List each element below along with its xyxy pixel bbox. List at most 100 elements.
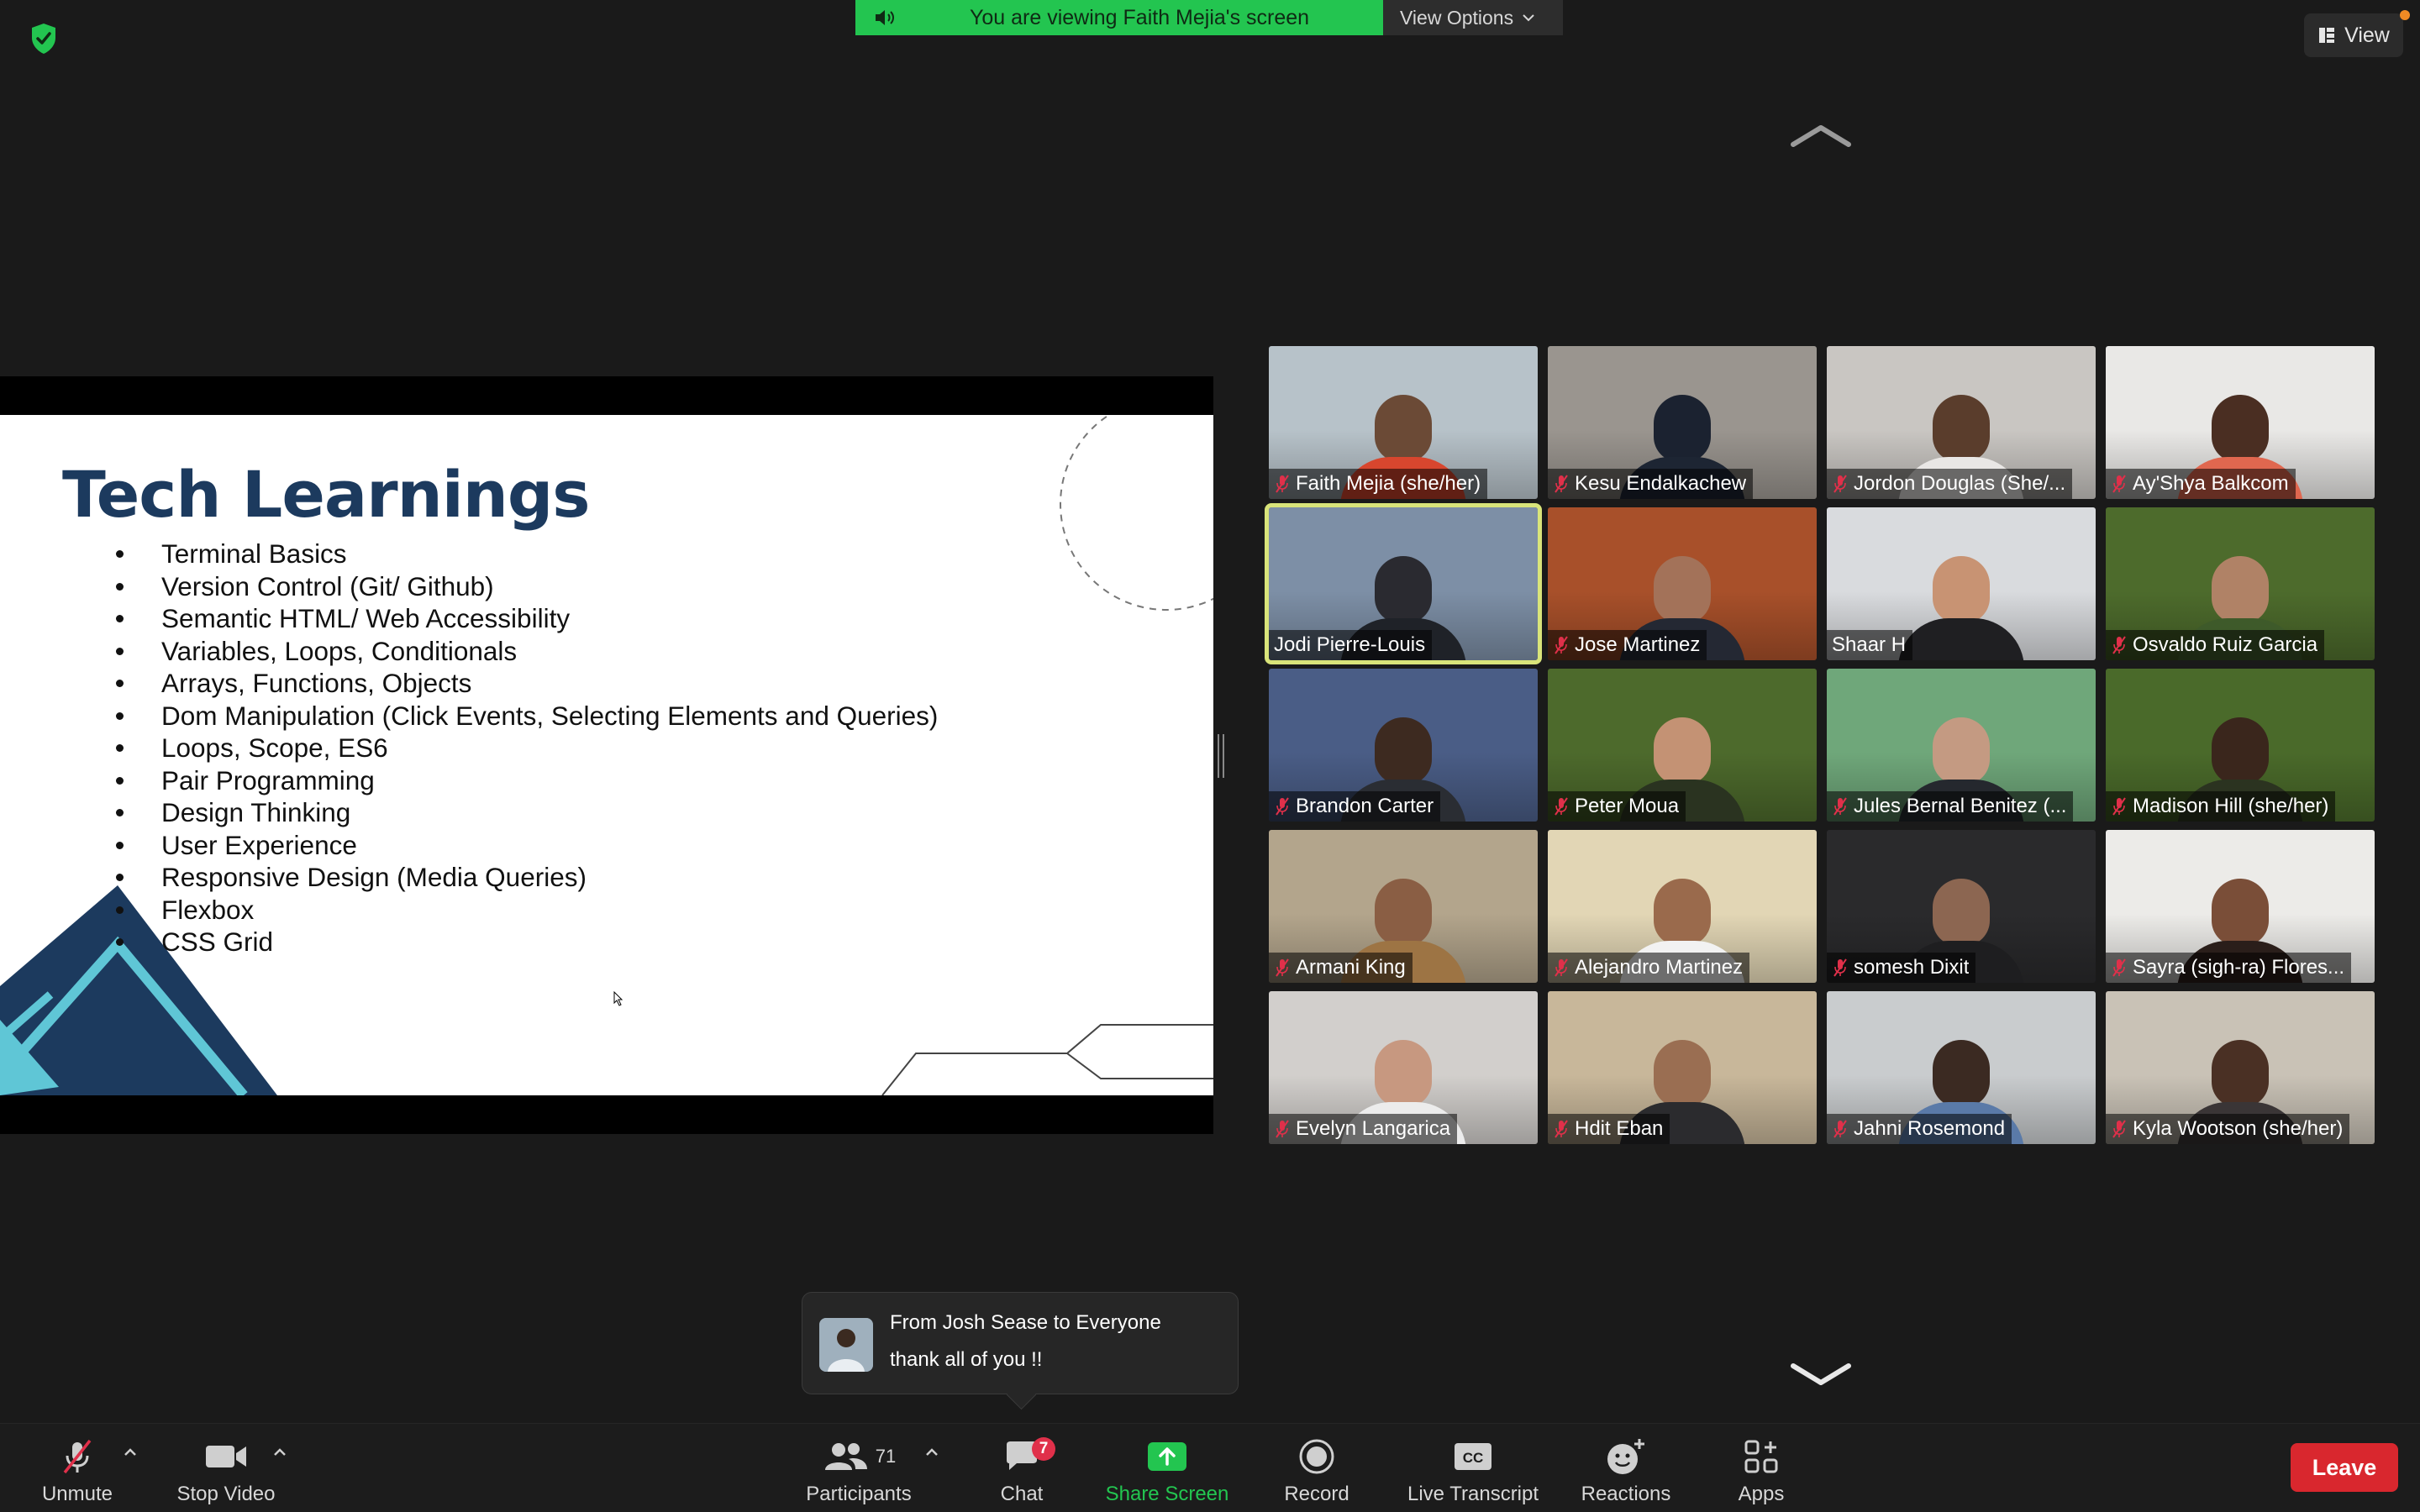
record-icon (1299, 1439, 1334, 1474)
participant-head (2212, 395, 2269, 462)
participant-name: Evelyn Langarica (1296, 1117, 1451, 1140)
participant-head (1933, 717, 1990, 785)
chat-notification[interactable]: From Josh Sease to Everyone thank all of… (802, 1292, 1239, 1394)
bullet-item: Version Control (Git/ Github) (113, 570, 938, 603)
participant-tile[interactable]: Alejandro Martinez (1548, 830, 1817, 983)
participant-tile[interactable]: Evelyn Langarica (1269, 991, 1538, 1144)
bullet-item: Loops, Scope, ES6 (113, 732, 938, 764)
shared-screen: Tech Learnings Terminal Basics Version C… (0, 376, 1213, 1134)
muted-mic-icon (1833, 797, 1847, 816)
gallery-prev-page-icon[interactable] (1790, 123, 1852, 148)
smiley-plus-icon (1607, 1439, 1644, 1474)
participant-name-bar: Brandon Carter (1269, 791, 1441, 822)
participant-tile[interactable]: Ay'Shya Balkcom (2106, 346, 2375, 499)
participant-name-bar: Jordon Douglas (She/... (1827, 469, 2073, 499)
participant-tile[interactable]: Jahni Rosemond (1827, 991, 2096, 1144)
participant-tile[interactable]: Brandon Carter (1269, 669, 1538, 822)
participant-tile[interactable]: Madison Hill (she/her) (2106, 669, 2375, 822)
participant-head (1375, 1040, 1432, 1107)
view-layout-button[interactable]: View (2304, 13, 2403, 57)
audio-options-chevron-up-icon[interactable] (121, 1446, 139, 1459)
participant-tile[interactable]: Kesu Endalkachew (1548, 346, 1817, 499)
participant-tile[interactable]: Faith Mejia (she/her) (1269, 346, 1538, 499)
participant-head (1375, 717, 1432, 785)
participant-name: Jahni Rosemond (1854, 1117, 2006, 1140)
participant-head (2212, 879, 2269, 946)
share-screen-button[interactable]: Share Screen (1097, 1424, 1237, 1512)
participant-head (2212, 717, 2269, 785)
participant-tile[interactable]: Osvaldo Ruiz Garcia (2106, 507, 2375, 660)
participants-button[interactable]: 71 Participants (798, 1424, 919, 1512)
muted-mic-icon (1555, 958, 1568, 977)
participant-tile[interactable]: Kyla Wootson (she/her) (2106, 991, 2375, 1144)
participant-name-bar: Jose Martinez (1548, 630, 1707, 660)
video-options-chevron-up-icon[interactable] (271, 1446, 289, 1459)
bullet-item: Pair Programming (113, 764, 938, 797)
participant-tile[interactable]: Jose Martinez (1548, 507, 1817, 660)
share-screen-label: Share Screen (1105, 1483, 1229, 1505)
bullet-item: Arrays, Functions, Objects (113, 667, 938, 700)
leave-meeting-button[interactable]: Leave (2291, 1443, 2398, 1492)
muted-mic-icon (1555, 475, 1568, 493)
security-shield-icon[interactable] (25, 20, 62, 57)
participant-name-bar: Evelyn Langarica (1269, 1114, 1458, 1144)
participant-tile[interactable]: somesh Dixit (1827, 830, 2096, 983)
mouse-cursor-icon (613, 991, 623, 1006)
participant-tile[interactable]: Peter Moua (1548, 669, 1817, 822)
participant-head (1933, 556, 1990, 623)
svg-text:CC: CC (1463, 1450, 1484, 1466)
participant-tile[interactable]: Shaar H (1827, 507, 2096, 660)
participant-gallery: Faith Mejia (she/her) Kesu Endalkachew Jor… (1265, 346, 2380, 1146)
participant-head (1375, 556, 1432, 623)
bullet-item: Flexbox (113, 894, 938, 927)
participant-head (2212, 556, 2269, 623)
stop-video-button[interactable]: Stop Video (171, 1424, 281, 1512)
participants-options-chevron-up-icon[interactable] (923, 1446, 941, 1459)
live-transcript-label: Live Transcript (1407, 1483, 1539, 1505)
chat-button[interactable]: 7 Chat (983, 1424, 1060, 1512)
unmute-button[interactable]: Unmute (34, 1424, 121, 1512)
muted-mic-icon (1276, 1120, 1289, 1138)
bullet-item: CSS Grid (113, 926, 938, 958)
participant-name-bar: Jahni Rosemond (1827, 1114, 2012, 1144)
participant-head (1375, 879, 1432, 946)
record-button[interactable]: Record (1274, 1424, 1360, 1512)
muted-mic-icon (1555, 1120, 1568, 1138)
participant-name: Brandon Carter (1296, 795, 1434, 817)
participant-tile[interactable]: Hdit Eban (1548, 991, 1817, 1144)
participant-tile[interactable]: Jodi Pierre-Louis (1265, 503, 1542, 664)
apps-label: Apps (1738, 1483, 1785, 1505)
participant-tile[interactable]: Jordon Douglas (She/... (1827, 346, 2096, 499)
participant-tile[interactable]: Armani King (1269, 830, 1538, 983)
participants-icon (824, 1443, 867, 1470)
participant-head (1933, 1040, 1990, 1107)
participant-name-bar: Jules Bernal Benitez (... (1827, 791, 2074, 822)
view-options-button[interactable]: View Options (1383, 0, 1563, 35)
chat-unread-badge: 7 (1032, 1437, 1055, 1461)
split-resize-handle[interactable] (1218, 734, 1224, 778)
live-transcript-button[interactable]: CC Live Transcript (1398, 1424, 1548, 1512)
avatar (819, 1318, 873, 1372)
reactions-button[interactable]: Reactions (1576, 1424, 1676, 1512)
participant-head (1933, 395, 1990, 462)
speaker-icon (876, 10, 894, 25)
bullet-item: Terminal Basics (113, 538, 938, 570)
grid-view-icon (2319, 28, 2335, 43)
participant-tile[interactable]: Sayra (sigh-ra) Flores... (2106, 830, 2375, 983)
participant-name-bar: Ay'Shya Balkcom (2106, 469, 2296, 499)
slide-bullet-list: Terminal Basics Version Control (Git/ Gi… (113, 538, 938, 958)
participant-video (1898, 556, 2024, 660)
participant-head (1654, 1040, 1711, 1107)
muted-mic-icon (2112, 958, 2126, 977)
sender-photo (819, 1318, 873, 1372)
participant-name: Osvaldo Ruiz Garcia (2133, 633, 2318, 656)
apps-button[interactable]: Apps (1724, 1424, 1798, 1512)
participant-tile[interactable]: Jules Bernal Benitez (... (1827, 669, 2096, 822)
muted-mic-icon (1276, 958, 1289, 977)
muted-mic-icon (2112, 1120, 2126, 1138)
participant-name: somesh Dixit (1854, 956, 1970, 979)
gallery-next-page-icon[interactable] (1790, 1362, 1852, 1388)
bullet-item: Design Thinking (113, 796, 938, 829)
view-label: View (2344, 23, 2390, 47)
meeting-toolbar: Unmute Stop Video 71 Participants 7 Chat… (0, 1423, 2420, 1512)
